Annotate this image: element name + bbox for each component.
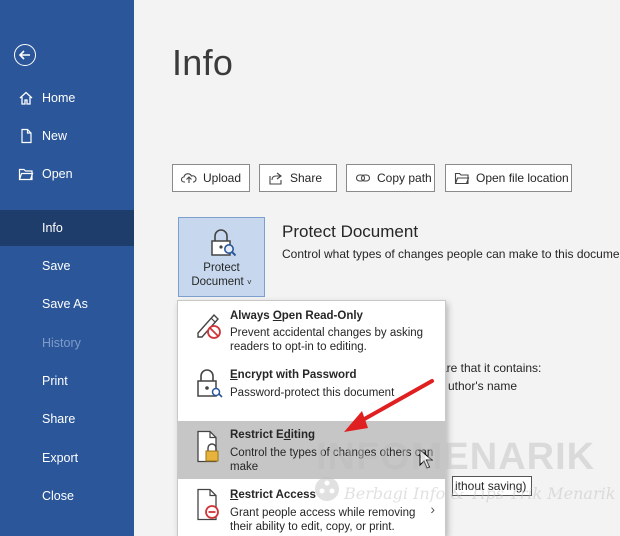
watermark-subtitle: Berbagi Info & Tips Trik Menarik (344, 484, 616, 503)
watermark: INFOMENARIK Berbagi Info & Tips Trik Men… (315, 436, 616, 516)
watermark-title: INFOMENARIK (316, 436, 596, 478)
watermark-logo (315, 477, 339, 501)
